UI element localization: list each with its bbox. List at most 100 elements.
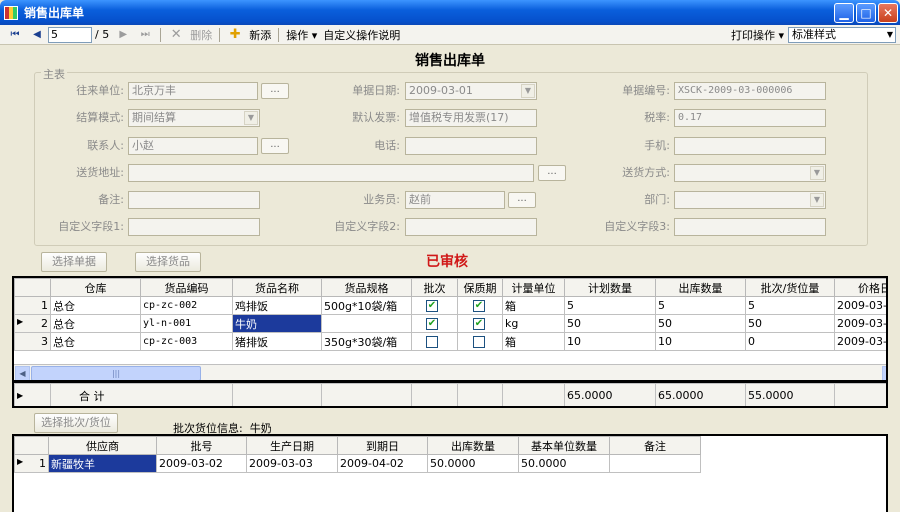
cell-out[interactable]: 50: [655, 314, 746, 333]
row-number[interactable]: ▶ 2: [14, 314, 51, 333]
cell-lotqty[interactable]: 5: [745, 296, 835, 315]
row-number[interactable]: 1: [14, 296, 51, 315]
settle-field[interactable]: 期间结算 ▼: [128, 109, 260, 127]
cell-batch[interactable]: [411, 332, 458, 351]
col-header[interactable]: 供应商: [48, 436, 157, 455]
cell-base-qty[interactable]: 50.0000: [518, 454, 610, 473]
maximize-button[interactable]: □: [856, 3, 876, 23]
cell-warehouse[interactable]: 总仓: [50, 332, 141, 351]
cell-code[interactable]: yl-n-001: [140, 314, 233, 333]
cell-out[interactable]: 5: [655, 296, 746, 315]
table-row[interactable]: 1 总仓 cp-zc-002 鸡排饭 500g*10袋/箱 ✔ ✔ 箱 5 5 …: [14, 296, 886, 315]
close-button[interactable]: ✕: [878, 3, 898, 23]
select-lot-button[interactable]: 选择批次/货位: [34, 413, 118, 433]
shelf-life-checkbox[interactable]: ✔: [473, 318, 485, 330]
next-record-icon[interactable]: ▶: [116, 28, 130, 42]
row-number[interactable]: 3: [14, 332, 51, 351]
col-header[interactable]: 批号: [156, 436, 247, 455]
col-header[interactable]: 生产日期: [246, 436, 338, 455]
cell-note[interactable]: [609, 454, 701, 473]
delivery-field[interactable]: ▼: [674, 164, 826, 182]
custom2-field[interactable]: [405, 218, 537, 236]
select-document-button[interactable]: 选择单据: [41, 252, 107, 272]
cell-plan[interactable]: 50: [564, 314, 656, 333]
batch-checkbox[interactable]: [426, 336, 438, 348]
scroll-left-icon[interactable]: ◀: [15, 366, 30, 380]
cell-prod-date[interactable]: 2009-03-03: [246, 454, 338, 473]
custom-ops-help-button[interactable]: 自定义操作说明: [323, 27, 400, 43]
cell-unit[interactable]: kg: [502, 314, 565, 333]
chevron-down-icon[interactable]: ▼: [244, 111, 258, 125]
cell-shelf[interactable]: ✔: [457, 296, 503, 315]
partner-browse-button[interactable]: ...: [261, 83, 289, 99]
chevron-down-icon[interactable]: ▼: [810, 166, 824, 180]
cell-expire-date[interactable]: 2009-04-02: [337, 454, 428, 473]
col-header[interactable]: 仓库: [50, 278, 141, 297]
cell-pricedate[interactable]: 2009-03-0: [834, 296, 886, 315]
cell-name[interactable]: 牛奶: [232, 314, 322, 333]
cell-spec[interactable]: 500g*10袋/箱: [321, 296, 412, 315]
col-header[interactable]: 计量单位: [502, 278, 565, 297]
cell-spec[interactable]: [321, 314, 412, 333]
col-header[interactable]: 批次: [411, 278, 458, 297]
address-field[interactable]: [128, 164, 534, 182]
phone-field[interactable]: [405, 137, 537, 155]
col-header[interactable]: 计划数量: [564, 278, 656, 297]
col-header[interactable]: 货品名称: [232, 278, 322, 297]
custom3-field[interactable]: [674, 218, 826, 236]
chevron-down-icon[interactable]: ▼: [521, 84, 535, 98]
cell-unit[interactable]: 箱: [502, 332, 565, 351]
cell-batch[interactable]: ✔: [411, 314, 458, 333]
first-record-icon[interactable]: ⏮: [8, 28, 22, 42]
cell-out[interactable]: 10: [655, 332, 746, 351]
col-header[interactable]: 批次/货位量: [745, 278, 835, 297]
title-bar[interactable]: 销售出库单 ▁ □ ✕: [0, 0, 900, 25]
last-record-icon[interactable]: ⏭: [138, 28, 152, 42]
cell-name[interactable]: 鸡排饭: [232, 296, 322, 315]
col-header[interactable]: 基本单位数量: [518, 436, 610, 455]
cell-supplier[interactable]: 新疆牧羊: [48, 454, 157, 473]
note-field[interactable]: [128, 191, 260, 209]
cell-lotqty[interactable]: 0: [745, 332, 835, 351]
cell-warehouse[interactable]: 总仓: [50, 296, 141, 315]
cell-shelf[interactable]: [457, 332, 503, 351]
cell-name[interactable]: 猪排饭: [232, 332, 322, 351]
table-row[interactable]: ▶ 1 新疆牧羊 2009-03-02 2009-03-03 2009-04-02…: [14, 454, 701, 473]
cell-warehouse[interactable]: 总仓: [50, 314, 141, 333]
dept-field[interactable]: ▼: [674, 191, 826, 209]
col-header[interactable]: 货品编码: [140, 278, 233, 297]
cell-lot[interactable]: 2009-03-02: [156, 454, 247, 473]
col-header[interactable]: 到期日: [337, 436, 428, 455]
col-header[interactable]: 货品规格: [321, 278, 412, 297]
prev-record-icon[interactable]: ◀: [30, 28, 44, 42]
col-header[interactable]: 出库数量: [427, 436, 519, 455]
docno-field[interactable]: XSCK-2009-03-000006: [674, 82, 826, 100]
address-browse-button[interactable]: ...: [538, 165, 566, 181]
batch-checkbox[interactable]: ✔: [426, 300, 438, 312]
cell-spec[interactable]: 350g*30袋/箱: [321, 332, 412, 351]
cell-pricedate[interactable]: 2009-03-0: [834, 314, 886, 333]
mobile-field[interactable]: [674, 137, 826, 155]
cell-lotqty[interactable]: 50: [745, 314, 835, 333]
horizontal-scrollbar[interactable]: ◀ ||| ▶: [14, 364, 886, 380]
cell-plan[interactable]: 10: [564, 332, 656, 351]
cell-batch[interactable]: ✔: [411, 296, 458, 315]
col-header[interactable]: 备注: [609, 436, 701, 455]
table-row[interactable]: 3 总仓 cp-zc-003 猪排饭 350g*30袋/箱 箱 10 10 0 …: [14, 332, 886, 351]
scroll-thumb[interactable]: |||: [31, 366, 201, 380]
contact-field[interactable]: 小赵: [128, 137, 258, 155]
minimize-button[interactable]: ▁: [834, 3, 854, 23]
chevron-down-icon[interactable]: ▼: [810, 193, 824, 207]
contact-browse-button[interactable]: ...: [261, 138, 289, 154]
partner-field[interactable]: 北京万丰: [128, 82, 258, 100]
print-operations-menu[interactable]: 打印操作 ▾: [731, 27, 784, 43]
cell-shelf[interactable]: ✔: [457, 314, 503, 333]
operations-menu[interactable]: 操作 ▾: [286, 27, 317, 43]
print-style-select[interactable]: 标准样式 ▼: [788, 27, 896, 43]
invoice-field[interactable]: 增值税专用发票(17): [405, 109, 537, 127]
cell-qty[interactable]: 50.0000: [427, 454, 519, 473]
cell-unit[interactable]: 箱: [502, 296, 565, 315]
tax-field[interactable]: 0.17: [674, 109, 826, 127]
col-header[interactable]: 保质期: [457, 278, 503, 297]
col-header[interactable]: 价格日: [834, 278, 886, 297]
